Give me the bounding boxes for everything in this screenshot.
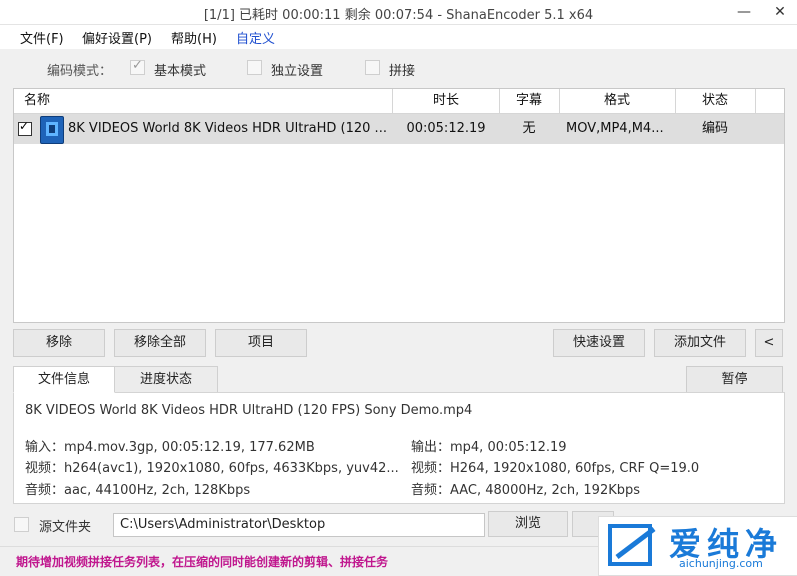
info-output: 输出：mp4, 00:05:12.19 (411, 440, 567, 455)
row-name: 8K VIDEOS World 8K Videos HDR UltraHD (1… (68, 121, 387, 136)
concat-checkbox[interactable] (365, 60, 380, 75)
menu-help[interactable]: 帮助(H) (171, 28, 217, 47)
source-path-value: C:\Users\Administrator\Desktop (120, 517, 326, 532)
independent-settings-checkbox[interactable] (247, 60, 262, 75)
item-button[interactable]: 项目 (215, 329, 307, 357)
quick-settings-button[interactable]: 快速设置 (553, 329, 645, 357)
info-audio-out: 音频：AAC, 48000Hz, 2ch, 192Kbps (411, 483, 641, 498)
add-file-button[interactable]: 添加文件 (654, 329, 746, 357)
info-video-out: 视频：H264, 1920x1080, 60fps, CRF Q=19.0 (411, 461, 700, 476)
encode-mode-label: 编码模式： (47, 64, 113, 79)
remove-all-button[interactable]: 移除全部 (114, 329, 206, 357)
minimize-button[interactable]: — (729, 2, 759, 22)
info-filename: 8K VIDEOS World 8K Videos HDR UltraHD (1… (25, 403, 473, 418)
menu-file[interactable]: 文件(F) (20, 28, 64, 47)
basic-mode-checkbox[interactable] (130, 58, 145, 75)
concat-label: 拼接 (389, 64, 416, 79)
basic-mode-label: 基本模式 (154, 64, 207, 79)
pause-button[interactable]: 暂停 (686, 366, 783, 393)
row-subtitle: 无 (522, 121, 536, 136)
source-folder-label: 源文件夹 (39, 520, 92, 535)
info-input: 输入：mp4.mov.3gp, 00:05:12.19, 177.62MB (25, 440, 315, 455)
row-duration: 00:05:12.19 (406, 121, 486, 136)
source-path-input[interactable]: C:\Users\Administrator\Desktop (113, 513, 485, 537)
title-bar: [1/1] 已耗时 00:00:11 剩余 00:07:54 - ShanaEn… (0, 0, 797, 25)
header-duration[interactable]: 时长 (393, 89, 500, 113)
collapse-button[interactable]: < (755, 329, 783, 357)
file-info-panel: 8K VIDEOS World 8K Videos HDR UltraHD (1… (13, 392, 785, 504)
header-name[interactable]: 名称 (14, 89, 393, 113)
status-message: 期待增加视频拼接任务列表，在压缩的同时能创建新的剪辑、拼接任务 (16, 555, 389, 569)
close-button[interactable]: ✕ (765, 2, 795, 22)
menu-bar: 文件(F) 偏好设置(P) 帮助(H) 自定义 (0, 25, 797, 49)
row-checkbox[interactable] (18, 119, 32, 136)
tab-progress[interactable]: 进度状态 (114, 366, 218, 393)
menu-custom[interactable]: 自定义 (236, 28, 275, 47)
table-row[interactable]: 8K VIDEOS World 8K Videos HDR UltraHD (1… (14, 114, 784, 144)
menu-preferences[interactable]: 偏好设置(P) (82, 28, 152, 47)
independent-settings-label: 独立设置 (271, 64, 324, 79)
header-subtitle[interactable]: 字幕 (499, 89, 560, 113)
video-file-icon (40, 116, 64, 144)
window-title: [1/1] 已耗时 00:00:11 剩余 00:07:54 - ShanaEn… (203, 8, 594, 23)
header-status[interactable]: 状态 (675, 89, 756, 113)
row-status: 编码 (701, 121, 728, 136)
encode-mode-bar: 编码模式： 基本模式 独立设置 拼接 (0, 50, 797, 86)
info-video-in: 视频：h264(avc1), 1920x1080, 60fps, 4633Kbp… (25, 461, 399, 476)
table-header: 名称 时长 字幕 格式 状态 (14, 89, 784, 114)
watermark-logo-icon (608, 524, 656, 566)
browse-button[interactable]: 浏览 (488, 511, 568, 537)
info-audio-in: 音频：aac, 44100Hz, 2ch, 128Kbps (25, 483, 251, 498)
row-format: MOV,MP4,M4... (566, 121, 664, 136)
tab-file-info[interactable]: 文件信息 (13, 366, 115, 393)
header-format[interactable]: 格式 (559, 89, 676, 113)
watermark-url: aichunjing.com (679, 557, 763, 570)
watermark: 爱纯净 aichunjing.com (598, 516, 797, 576)
source-folder-checkbox[interactable] (14, 517, 29, 532)
remove-button[interactable]: 移除 (13, 329, 105, 357)
file-table: 名称 时长 字幕 格式 状态 8K VIDEOS World 8K Videos… (13, 88, 785, 323)
